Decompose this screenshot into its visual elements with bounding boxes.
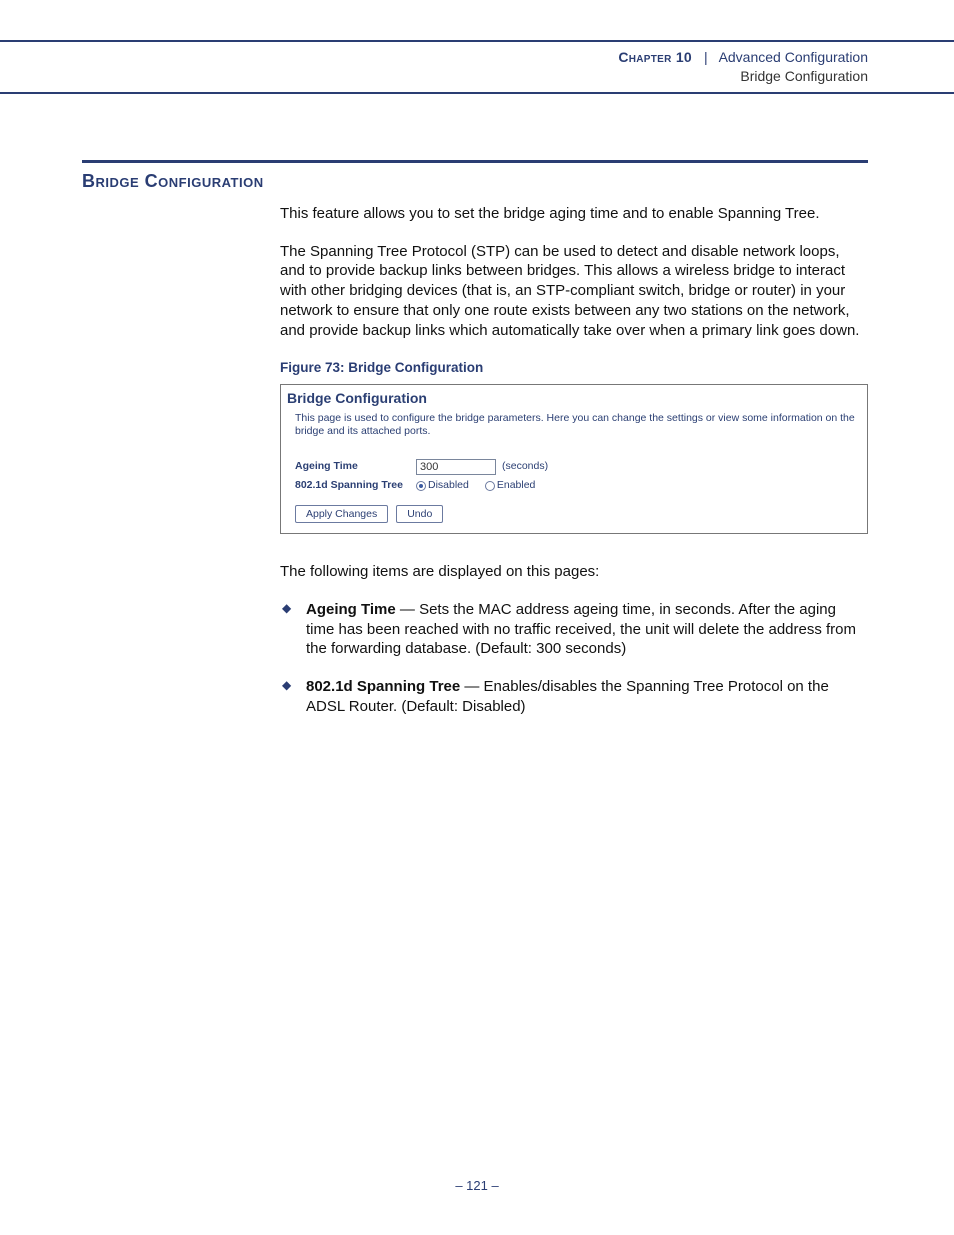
section-title: Bridge Configuration xyxy=(82,171,868,192)
header-chapter-num: 10 xyxy=(676,49,692,65)
items-list: Ageing Time — Sets the MAC address agein… xyxy=(280,600,868,717)
section-divider xyxy=(82,160,868,163)
figure-screenshot: Bridge Configuration This page is used t… xyxy=(280,384,868,534)
list-item-term: 802.1d Spanning Tree xyxy=(306,678,460,695)
radio-dot-icon xyxy=(485,481,495,491)
ageing-time-row: Ageing Time (seconds) xyxy=(281,457,867,477)
page-header: Chapter 10 | Advanced Configuration Brid… xyxy=(0,40,954,94)
stp-label: 802.1d Spanning Tree xyxy=(295,479,410,493)
intro-paragraph-1: This feature allows you to set the bridg… xyxy=(280,204,868,224)
header-line-1: Chapter 10 | Advanced Configuration xyxy=(0,48,868,67)
stp-disabled-label: Disabled xyxy=(428,479,469,493)
ageing-time-label: Ageing Time xyxy=(295,460,410,474)
ageing-time-input[interactable] xyxy=(416,459,496,475)
stp-enabled-radio[interactable]: Enabled xyxy=(485,479,536,493)
body-text-block: This feature allows you to set the bridg… xyxy=(280,204,868,717)
figure-button-row: Apply Changes Undo xyxy=(281,495,867,533)
figure-panel-title: Bridge Configuration xyxy=(281,385,867,409)
list-item: Ageing Time — Sets the MAC address agein… xyxy=(280,600,868,659)
header-chapter-word: Chapter xyxy=(618,49,671,65)
apply-changes-button[interactable]: Apply Changes xyxy=(295,505,388,523)
stp-disabled-radio[interactable]: Disabled xyxy=(416,479,469,493)
radio-dot-icon xyxy=(416,481,426,491)
header-line1-tail: Advanced Configuration xyxy=(719,49,868,65)
intro-paragraph-2: The Spanning Tree Protocol (STP) can be … xyxy=(280,242,868,341)
page-number: – 121 – xyxy=(0,1178,954,1193)
header-separator: | xyxy=(704,49,708,65)
list-item: 802.1d Spanning Tree — Enables/disables … xyxy=(280,677,868,717)
stp-row: 802.1d Spanning Tree Disabled Enabled xyxy=(281,477,867,495)
stp-enabled-label: Enabled xyxy=(497,479,536,493)
ageing-time-unit: (seconds) xyxy=(502,460,548,474)
items-intro: The following items are displayed on thi… xyxy=(280,562,868,582)
figure-panel-desc: This page is used to configure the bridg… xyxy=(281,410,867,457)
figure-caption: Figure 73: Bridge Configuration xyxy=(280,359,868,377)
undo-button[interactable]: Undo xyxy=(396,505,443,523)
header-chapter: Chapter 10 xyxy=(618,49,696,65)
list-item-term: Ageing Time xyxy=(306,601,396,618)
header-line-2: Bridge Configuration xyxy=(0,67,868,86)
